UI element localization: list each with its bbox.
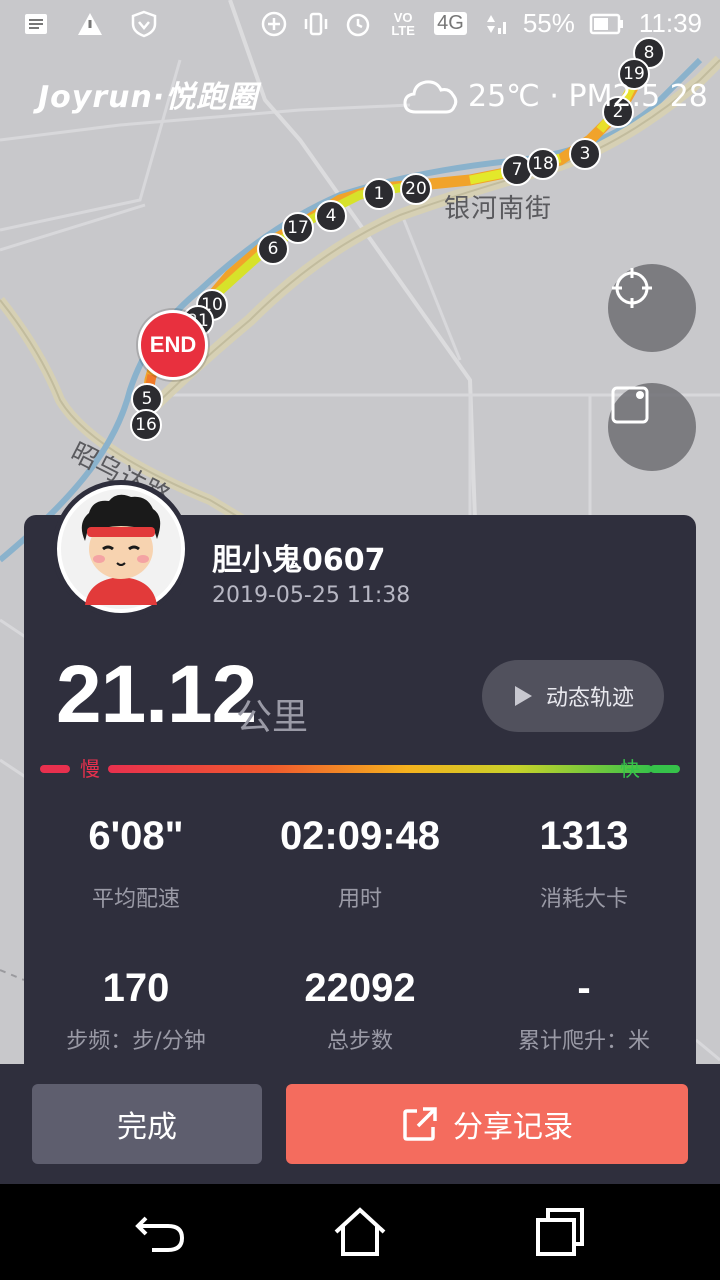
slow-segment — [40, 765, 70, 773]
km-marker: 18 — [527, 148, 559, 180]
stat-label: 用时 — [337, 887, 382, 912]
back-button[interactable] — [130, 1204, 190, 1260]
stat-value: - — [577, 966, 591, 1010]
battery-percent: 55% — [522, 8, 575, 38]
stat-cadence: 170 步频：步/分钟 — [24, 966, 248, 1055]
stat-label: 累计爬升：米 — [517, 1029, 650, 1054]
recents-icon — [536, 1208, 584, 1256]
fast-segment — [650, 765, 680, 773]
battery-icon — [589, 13, 623, 34]
km-marker: 16 — [130, 409, 162, 441]
replay-track-button[interactable]: 动态轨迹 — [482, 660, 664, 732]
stat-value: 6'08" — [88, 814, 184, 858]
home-icon — [334, 1207, 386, 1256]
pace-gradient-bar — [108, 765, 652, 773]
shield-icon — [131, 10, 157, 38]
km-marker: 4 — [315, 200, 347, 232]
km-marker: 20 — [400, 173, 432, 205]
stat-value: 02:09:48 — [279, 814, 441, 858]
back-icon — [135, 1216, 185, 1252]
stat-label: 平均配速 — [91, 887, 180, 912]
alarm-icon — [346, 13, 370, 36]
end-marker: END — [138, 310, 208, 380]
app-brand-logo: Joyrun·悦跑圈 — [38, 80, 259, 115]
fast-label: 快 — [620, 757, 640, 781]
stat-label: 消耗大卡 — [539, 887, 628, 912]
network-label: 4G — [434, 12, 467, 35]
notification-icon — [25, 14, 47, 34]
run-datetime: 2019-05-25 11:38 — [212, 583, 411, 608]
pace-legend: 慢 快 — [40, 757, 680, 781]
km-marker: 1 — [363, 178, 395, 210]
recents-button[interactable] — [530, 1204, 590, 1260]
stat-label: 步频：步/分钟 — [66, 1029, 206, 1054]
distance-unit: 公里 — [236, 697, 309, 738]
signal-icon — [486, 14, 506, 34]
share-record-button[interactable]: 分享记录 — [286, 1084, 688, 1164]
weather-text: 25℃ · PM2.5 28 — [468, 78, 708, 114]
stat-duration: 02:09:48 用时 — [248, 814, 472, 913]
stat-calories: 1313 消耗大卡 — [472, 814, 696, 913]
share-record-label: 分享记录 — [453, 1110, 573, 1145]
stat-elevation-gain: - 累计爬升：米 — [472, 966, 696, 1055]
cloud-icon — [403, 80, 458, 114]
stat-value: 170 — [102, 966, 170, 1010]
status-bar: VO LTE 4G 55% 11:39 — [0, 0, 720, 50]
stat-label: 总步数 — [326, 1029, 393, 1054]
system-nav-bar — [0, 1184, 720, 1280]
replay-track-label: 动态轨迹 — [545, 686, 634, 711]
km-marker: 17 — [282, 212, 314, 244]
share-icon — [403, 1107, 437, 1141]
action-bar: 完成 分享记录 — [0, 1064, 720, 1184]
avatar-image — [57, 485, 185, 613]
stat-value: 22092 — [304, 966, 416, 1010]
weather-info: 25℃ · PM2.5 28 — [402, 76, 708, 116]
stat-value: 1313 — [539, 814, 629, 858]
home-button[interactable] — [330, 1204, 390, 1260]
km-marker: 6 — [257, 233, 289, 265]
map-layer-icon — [611, 386, 649, 424]
street-label-yinhe: 银河南街 — [444, 194, 553, 224]
crosshair-icon — [612, 268, 652, 308]
stat-avg-pace: 6'08" 平均配速 — [24, 814, 248, 913]
stat-total-steps: 22092 总步数 — [248, 966, 472, 1055]
play-icon — [514, 686, 532, 706]
clock: 11:39 — [638, 8, 702, 38]
locate-button[interactable] — [608, 264, 696, 352]
done-button[interactable]: 完成 — [32, 1084, 262, 1164]
map-layer-button[interactable] — [608, 383, 696, 471]
vibrate-icon — [304, 12, 328, 35]
km-marker: 3 — [569, 138, 601, 170]
volte-label: VO LTE — [391, 9, 415, 38]
data-saver-icon — [261, 11, 287, 36]
username: 胆小鬼0607 — [212, 543, 386, 578]
warning-icon — [78, 13, 102, 35]
avatar[interactable] — [52, 480, 190, 618]
slow-label: 慢 — [80, 757, 100, 781]
distance-value: 21.12 — [56, 649, 257, 740]
